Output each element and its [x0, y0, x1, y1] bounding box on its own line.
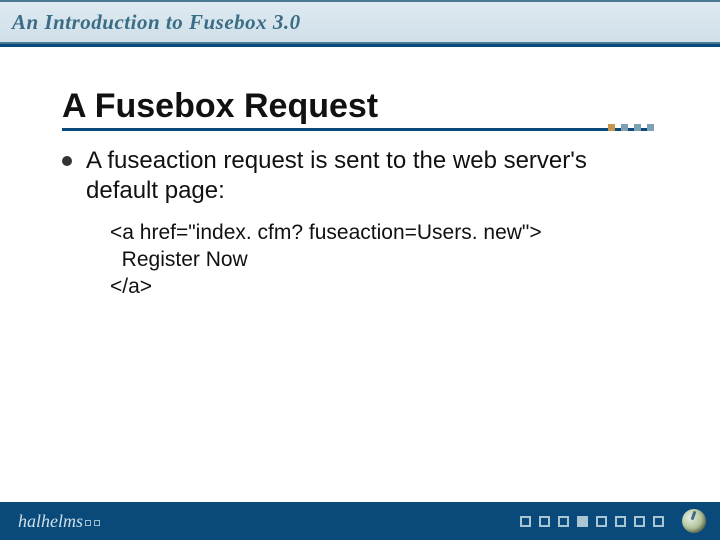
- title-accent-dots: [608, 124, 654, 131]
- slide: An Introduction to Fusebox 3.0 A Fusebox…: [0, 0, 720, 540]
- title-underline: [62, 128, 652, 131]
- accent-dot: [608, 124, 615, 131]
- accent-dot: [647, 124, 654, 131]
- square-icon: [558, 516, 569, 527]
- bullet-text: A fuseaction request is sent to the web …: [86, 146, 660, 206]
- brand-logo: halhelms: [18, 511, 101, 532]
- brand-mark-icon: [85, 520, 91, 526]
- header-bar: An Introduction to Fusebox 3.0: [0, 0, 720, 44]
- brand-mark-icon: [94, 520, 100, 526]
- presentation-title: An Introduction to Fusebox 3.0: [12, 10, 301, 35]
- slide-body: A fuseaction request is sent to the web …: [62, 146, 660, 301]
- square-icon: [577, 516, 588, 527]
- bullet-item: A fuseaction request is sent to the web …: [62, 146, 660, 206]
- square-icon: [520, 516, 531, 527]
- square-icon: [596, 516, 607, 527]
- footer-bar: halhelms: [0, 502, 720, 540]
- globe-icon: [682, 509, 706, 533]
- accent-dot: [634, 124, 641, 131]
- header-underline: [0, 44, 720, 47]
- bullet-icon: [62, 156, 72, 166]
- square-icon: [634, 516, 645, 527]
- brand-text: halhelms: [18, 511, 83, 532]
- square-group: [520, 516, 664, 527]
- footer-decoration: [520, 509, 706, 533]
- square-icon: [615, 516, 626, 527]
- slide-title: A Fusebox Request: [62, 87, 720, 126]
- title-block: A Fusebox Request: [62, 87, 720, 131]
- square-icon: [539, 516, 550, 527]
- square-icon: [653, 516, 664, 527]
- code-example: <a href="index. cfm? fuseaction=Users. n…: [110, 220, 660, 301]
- accent-dot: [621, 124, 628, 131]
